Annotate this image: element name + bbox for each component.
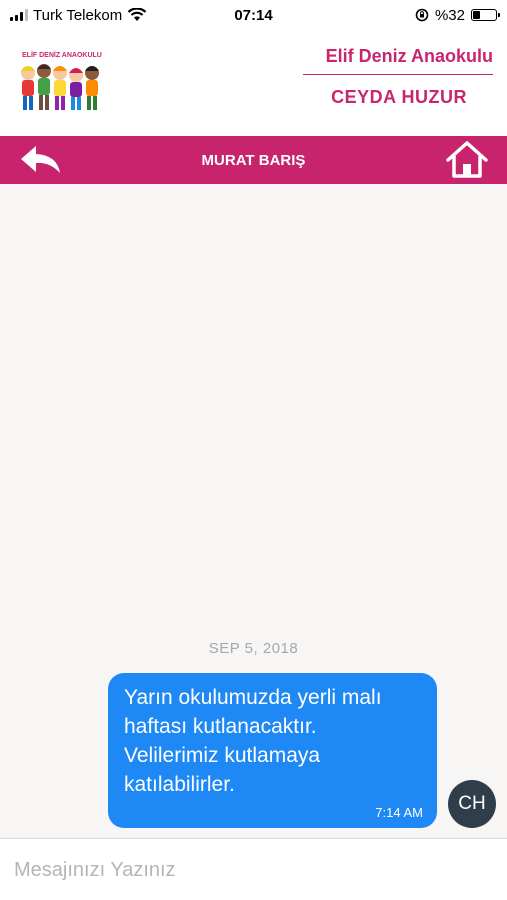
battery-fill [473, 11, 481, 19]
message-text: Yarın okulumuzda yerli malı haftası kutl… [124, 686, 382, 796]
message-bubble[interactable]: Yarın okulumuzda yerli malı haftası kutl… [108, 673, 437, 828]
logo-text: ELİF DENİZ ANAOKULU [22, 52, 102, 59]
children-illustration [21, 64, 99, 110]
status-left: Turk Telekom [10, 7, 147, 24]
rotation-lock-icon [415, 8, 429, 22]
signal-icon [10, 9, 28, 21]
message-time: 7:14 AM [375, 805, 423, 820]
status-bar: Turk Telekom 07:14 %32 [0, 0, 507, 30]
message-input-bar [0, 838, 507, 900]
status-right: %32 [415, 6, 500, 24]
chat-area[interactable]: SEP 5, 2018 Yarın okulumuzda yerli malı … [0, 184, 507, 838]
back-button[interactable] [18, 142, 64, 178]
battery-percent: %32 [434, 6, 465, 24]
teacher-name: CEYDA HUZUR [331, 87, 467, 107]
message-input[interactable] [14, 853, 484, 887]
wifi-icon [127, 8, 147, 21]
school-logo: ELİF DENİZ ANAOKULU [14, 52, 106, 118]
back-arrow-icon [21, 146, 60, 173]
avatar[interactable]: CH [448, 780, 496, 828]
header-divider [303, 74, 493, 75]
app-header: ELİF DENİZ ANAOKULU Elif Deniz Anaokulu … [0, 30, 507, 136]
school-name: Elif Deniz Anaokulu [325, 46, 493, 66]
battery-icon [471, 9, 500, 21]
chat-navbar: MURAT BARIŞ [0, 136, 507, 184]
home-button[interactable] [445, 140, 489, 180]
carrier-label: Turk Telekom [33, 6, 123, 24]
home-icon [446, 141, 488, 178]
date-separator: SEP 5, 2018 [208, 640, 299, 657]
contact-name: MURAT BARIŞ [201, 151, 306, 169]
